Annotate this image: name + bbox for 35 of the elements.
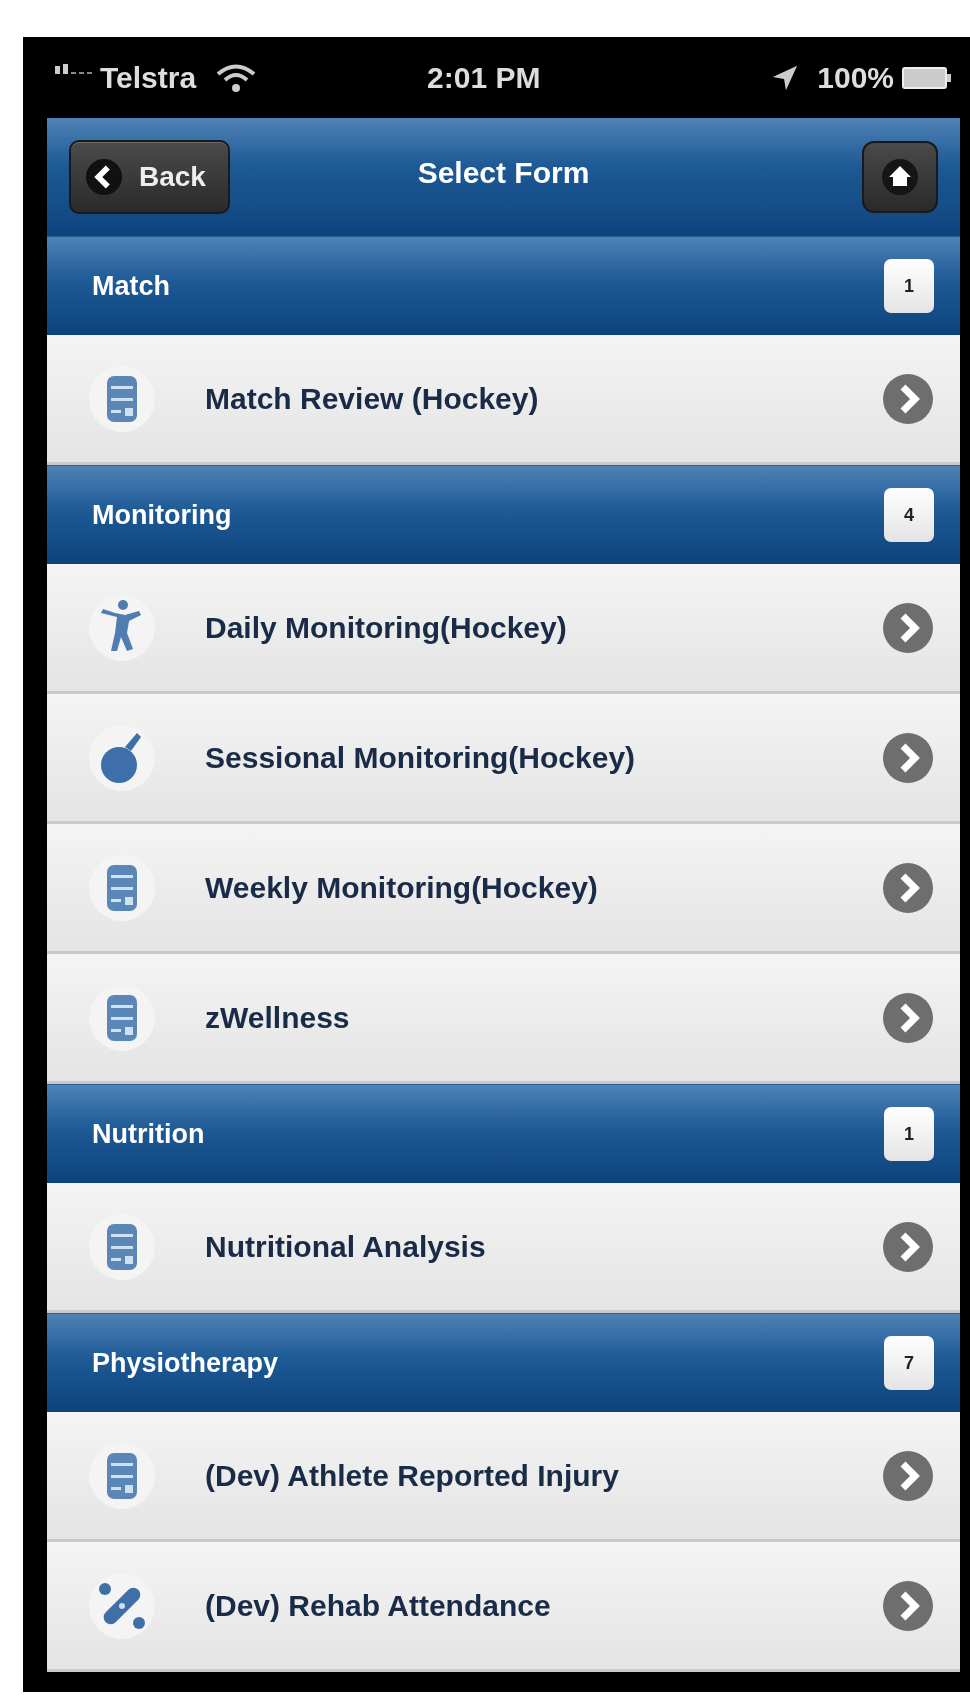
count-badge: 4 — [884, 488, 934, 542]
form-list-item[interactable]: (Dev) Rehab Attendance — [47, 1542, 960, 1672]
form-list-item[interactable]: Daily Monitoring(Hockey) — [47, 564, 960, 694]
chevron-right-icon — [882, 601, 934, 654]
count-badge: 1 — [884, 1107, 934, 1161]
clock-time: 2:01 PM — [427, 60, 541, 96]
chevron-right-icon — [882, 1220, 934, 1273]
count-badge: 7 — [884, 1336, 934, 1390]
chevron-right-icon — [882, 991, 934, 1044]
chevron-right-icon — [882, 1579, 934, 1632]
section-title: Monitoring — [92, 498, 232, 532]
battery-icon — [902, 65, 952, 90]
location-arrow-icon — [771, 63, 800, 92]
chevron-right-icon — [882, 861, 934, 914]
form-list-item[interactable]: Nutritional Analysis — [47, 1183, 960, 1313]
page-title: Select Form — [417, 156, 590, 189]
wifi-icon — [216, 62, 257, 93]
home-button[interactable] — [862, 141, 938, 213]
form-list-item[interactable]: Sessional Monitoring(Hockey) — [47, 694, 960, 824]
signal-icon — [55, 64, 92, 74]
section-title: Match — [92, 269, 170, 303]
home-icon — [880, 157, 920, 197]
carrier-name: Telstra — [100, 60, 197, 96]
chevron-right-icon — [882, 372, 934, 425]
chevron-right-icon — [882, 731, 934, 784]
back-button[interactable]: Back — [69, 140, 230, 214]
battery-percent: 100% — [817, 60, 894, 96]
chevron-right-icon — [882, 1449, 934, 1502]
section-title: Nutrition — [92, 1117, 205, 1151]
form-list-item[interactable]: zWellness — [47, 954, 960, 1084]
count-badge: 1 — [884, 259, 934, 313]
form-list-item[interactable]: (Dev) Athlete Reported Injury — [47, 1412, 960, 1542]
form-list-item[interactable]: Weekly Monitoring(Hockey) — [47, 824, 960, 954]
section-title: Physiotherapy — [92, 1346, 279, 1380]
form-list-item[interactable]: Match Review (Hockey) — [47, 335, 960, 465]
